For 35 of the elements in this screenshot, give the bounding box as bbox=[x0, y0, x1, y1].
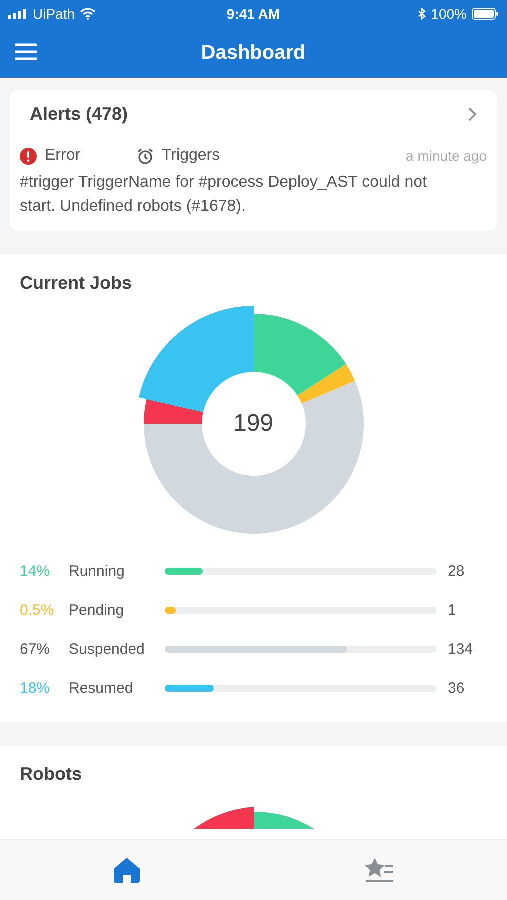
error-icon bbox=[20, 148, 37, 164]
page-title: Dashboard bbox=[201, 42, 306, 64]
battery-icon bbox=[472, 8, 499, 20]
chevron-icon bbox=[468, 107, 477, 122]
alerts-title: Alerts (478) bbox=[30, 104, 128, 125]
donut-total: 199 bbox=[233, 410, 274, 438]
alarm-clock-icon bbox=[137, 148, 154, 164]
alert-time: a minute ago bbox=[406, 148, 487, 164]
alert-message: #trigger TriggerName for #process Deploy_AST could not start. Undefined robots (#1678). bbox=[20, 173, 428, 217]
alerts-card[interactable]: Alerts (478) Error Triggers a minute ago #trigger TriggerName for #process Deploy_AST could not start. Undefined robots (#1678). bbox=[10, 90, 497, 231]
job-percent: 18% bbox=[20, 680, 52, 697]
alert-severity: Error bbox=[45, 147, 82, 165]
job-status: Suspended bbox=[69, 641, 146, 658]
signal-icon bbox=[8, 9, 28, 19]
bluetooth-icon bbox=[418, 8, 426, 20]
section-title: Robots bbox=[20, 764, 83, 785]
status-time: 9:41 AM bbox=[226, 6, 280, 22]
job-status: Pending bbox=[69, 602, 126, 619]
wifi-icon bbox=[80, 8, 96, 20]
battery-percent: 100% bbox=[431, 6, 467, 22]
job-count: 28 bbox=[448, 563, 465, 580]
section-title: Current Jobs bbox=[20, 273, 134, 294]
job-percent: 0.5% bbox=[20, 602, 56, 619]
alert-source: Triggers bbox=[162, 147, 220, 165]
job-count: 1 bbox=[448, 602, 456, 619]
job-status: Resumed bbox=[69, 680, 134, 697]
menu-button[interactable] bbox=[14, 43, 38, 61]
job-percent: 14% bbox=[20, 563, 52, 580]
job-status: Running bbox=[69, 563, 126, 580]
carrier-name: UiPath bbox=[33, 6, 76, 22]
home-icon bbox=[112, 857, 141, 883]
job-percent: 67% bbox=[20, 641, 52, 658]
job-count: 134 bbox=[448, 641, 474, 658]
star-list-icon bbox=[365, 857, 396, 883]
job-count: 36 bbox=[448, 680, 465, 697]
